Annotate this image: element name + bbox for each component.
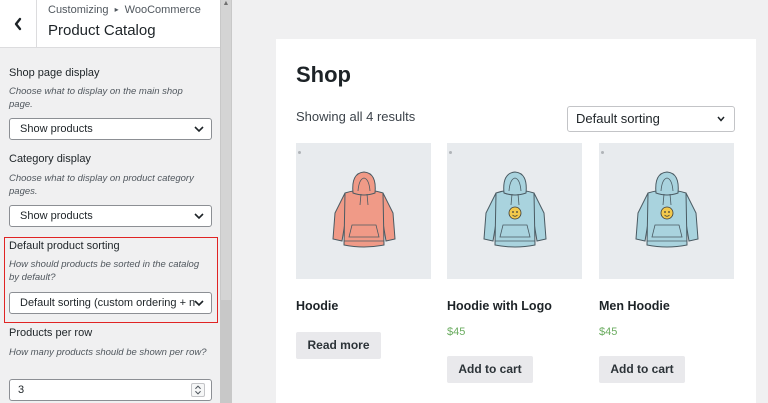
panel-title: Product Catalog — [48, 22, 156, 39]
sidebar-controls: Shop page display Choose what to display… — [0, 48, 220, 403]
hoodie-icon — [635, 171, 699, 248]
products-per-row-label: Products per row — [9, 327, 93, 339]
sorting-highlight-box — [4, 237, 218, 323]
breadcrumb-separator: ▸ — [114, 5, 119, 14]
page-title: Shop — [296, 62, 351, 87]
shop-page-display-value: Show products — [20, 123, 93, 135]
product-name[interactable]: Men Hoodie — [599, 299, 670, 313]
customizer-sidebar: Customizing ▸ WooCommerce Product Catalo… — [0, 0, 232, 403]
scroll-up-icon[interactable]: ▲ — [220, 0, 232, 10]
hoodie-icon — [483, 171, 547, 248]
catalog-sort-select[interactable]: Default sorting — [567, 106, 735, 132]
catalog-sort-value: Default sorting — [576, 111, 660, 126]
category-display-description: Choose what to display on product catego… — [9, 173, 194, 197]
product-image[interactable] — [296, 143, 431, 279]
product-price: $45 — [447, 326, 466, 338]
breadcrumb: Customizing ▸ WooCommerce — [48, 4, 201, 16]
shop-page-display-description: Choose what to display on the main shop … — [9, 86, 183, 110]
products-per-row-value: 3 — [18, 384, 25, 396]
product-name[interactable]: Hoodie — [296, 299, 338, 313]
hoodie-icon — [332, 171, 396, 248]
add-to-cart-button[interactable]: Add to cart — [447, 356, 533, 383]
chevron-down-icon — [194, 213, 204, 220]
product-name[interactable]: Hoodie with Logo — [447, 299, 552, 313]
product-card: Men Hoodie $45 Add to cart — [599, 143, 734, 383]
site-preview: Shop Showing all 4 results Default sorti… — [232, 0, 768, 403]
product-card: Hoodie with Logo $45 Add to cart — [447, 143, 582, 383]
products-per-row-input[interactable]: 3 — [9, 379, 212, 401]
breadcrumb-current: WooCommerce — [124, 4, 201, 16]
chevron-down-icon — [194, 126, 204, 133]
add-to-cart-button[interactable]: Add to cart — [599, 356, 685, 383]
read-more-button[interactable]: Read more — [296, 332, 381, 359]
product-image[interactable] — [447, 143, 582, 279]
sidebar-scrollbar-thumb[interactable] — [221, 0, 231, 300]
shop-page: Shop Showing all 4 results Default sorti… — [276, 39, 756, 403]
category-display-select[interactable]: Show products — [9, 205, 212, 227]
product-card: Hoodie Read more — [296, 143, 431, 359]
category-display-label: Category display — [9, 153, 91, 165]
breadcrumb-parent: Customizing — [48, 4, 109, 16]
chevron-left-icon — [14, 17, 22, 31]
result-count: Showing all 4 results — [296, 109, 416, 124]
back-button[interactable] — [0, 0, 37, 48]
image-dot — [601, 151, 604, 154]
category-display-value: Show products — [20, 210, 93, 222]
product-price: $45 — [599, 326, 618, 338]
shop-page-display-select[interactable]: Show products — [9, 118, 212, 140]
spinner-icon[interactable] — [191, 383, 205, 397]
product-image[interactable] — [599, 143, 734, 279]
image-dot — [298, 151, 301, 154]
shop-page-display-label: Shop page display — [9, 67, 100, 79]
image-dot — [449, 151, 452, 154]
chevron-down-icon — [717, 116, 725, 122]
sidebar-header: Customizing ▸ WooCommerce Product Catalo… — [0, 0, 220, 48]
products-per-row-description: How many products should be shown per ro… — [9, 347, 207, 358]
